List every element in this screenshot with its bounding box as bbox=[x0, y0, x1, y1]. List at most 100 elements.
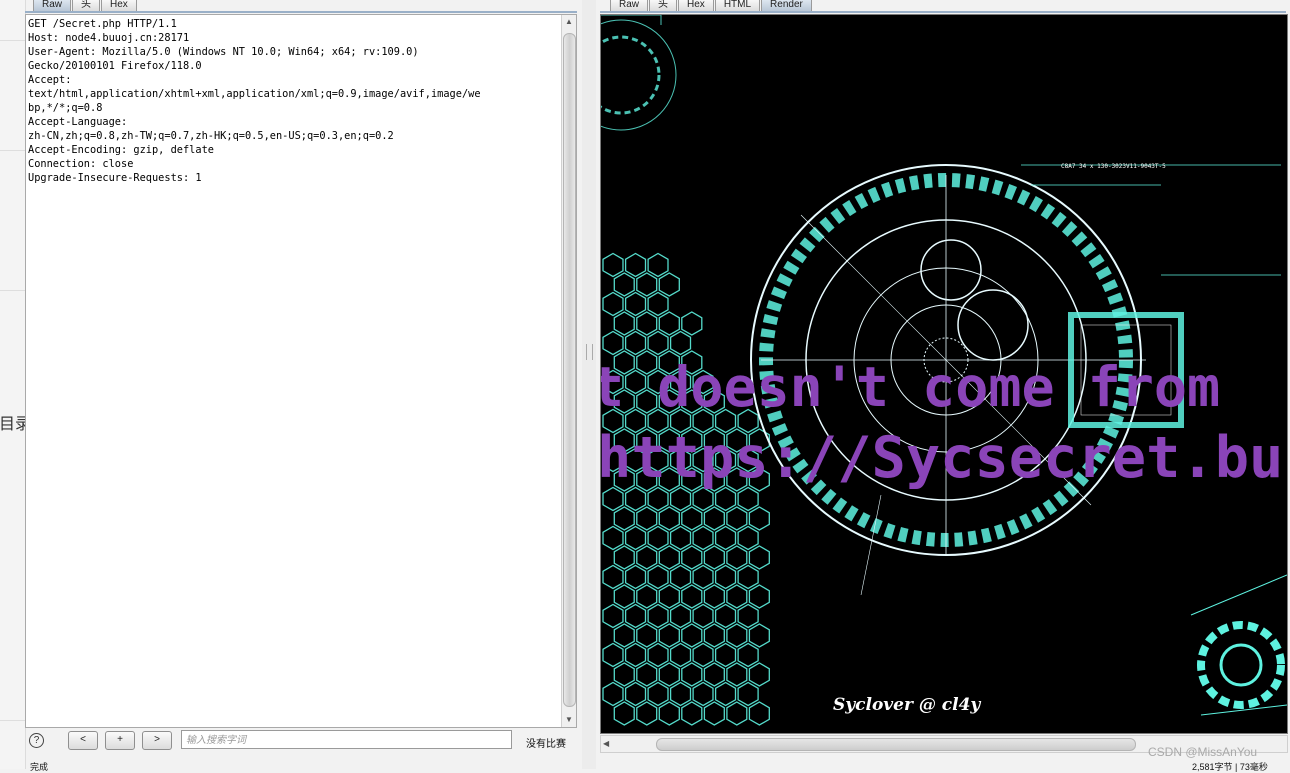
hexagon-cell bbox=[669, 642, 692, 668]
scroll-down-icon[interactable]: ▼ bbox=[562, 713, 576, 727]
hexagon-cell bbox=[647, 681, 669, 707]
hexagon-cell bbox=[602, 330, 624, 356]
hexagon-cell bbox=[636, 506, 658, 531]
request-tab-underline bbox=[25, 11, 577, 13]
hexagon-cell bbox=[726, 701, 748, 726]
add-match-button[interactable]: + bbox=[105, 731, 135, 750]
request-line[interactable]: Accept: bbox=[28, 73, 558, 87]
hexagon-cell bbox=[714, 603, 737, 629]
hexagon-cell bbox=[669, 603, 692, 629]
hexagon-cell bbox=[647, 603, 669, 629]
hexagon-cell bbox=[602, 252, 624, 278]
hexagon-cell bbox=[624, 291, 647, 317]
request-text[interactable]: GET /Secret.php HTTP/1.1 Host: node4.buuo… bbox=[28, 17, 558, 185]
hexagon-cell bbox=[748, 623, 770, 648]
hexagon-cell bbox=[636, 272, 658, 297]
request-line[interactable]: Gecko/20100101 Firefox/118.0 bbox=[28, 59, 558, 73]
hexagon-cell bbox=[748, 701, 770, 726]
hexagon-cell bbox=[748, 506, 770, 531]
hexagon-cell bbox=[613, 662, 635, 687]
scroll-left-icon[interactable]: ◀ bbox=[603, 736, 609, 752]
hexagon-cell bbox=[692, 525, 714, 551]
hexagon-cell bbox=[624, 525, 647, 551]
hexagon-cell bbox=[703, 506, 725, 531]
hexagon-cell bbox=[658, 662, 680, 687]
hexagon-cell bbox=[613, 506, 635, 531]
hscroll-thumb[interactable] bbox=[656, 738, 1136, 751]
request-line[interactable]: GET /Secret.php HTTP/1.1 bbox=[28, 17, 558, 31]
hexagon-cell bbox=[703, 701, 725, 726]
hexagon-cell bbox=[737, 642, 759, 668]
hexagon-cell bbox=[748, 545, 770, 570]
hexagon-cell bbox=[692, 564, 714, 590]
hexagon-cell bbox=[703, 545, 725, 570]
hexagon-cell bbox=[669, 681, 692, 707]
hexagon-cell bbox=[714, 525, 737, 551]
hexagon-cell bbox=[681, 623, 703, 648]
search-input[interactable]: 输入搜索字词 bbox=[181, 730, 512, 749]
request-line[interactable]: text/html,application/xhtml+xml,applicat… bbox=[28, 87, 558, 101]
hexagon-cell bbox=[647, 291, 669, 317]
render-view[interactable]: C8A7 34 x 130-3023V11-9043T-5 t doesn't … bbox=[600, 14, 1288, 734]
hexagon-cell bbox=[602, 681, 624, 707]
hexagon-cell bbox=[737, 681, 759, 707]
hexagon-cell bbox=[624, 330, 647, 356]
hexagon-cell bbox=[613, 545, 635, 570]
hexagon-cell bbox=[624, 603, 647, 629]
request-line[interactable]: Accept-Language: bbox=[28, 115, 558, 129]
hexagon-cell bbox=[658, 623, 680, 648]
next-match-button[interactable]: > bbox=[142, 731, 172, 750]
hexagon-cell bbox=[658, 584, 680, 609]
hexagon-cell bbox=[624, 252, 647, 278]
request-line[interactable]: User-Agent: Mozilla/5.0 (Windows NT 10.0… bbox=[28, 45, 558, 59]
request-line[interactable]: zh-CN,zh;q=0.8,zh-TW;q=0.7,zh-HK;q=0.5,e… bbox=[28, 129, 558, 143]
corner-gauge bbox=[601, 15, 677, 131]
request-scrollbar[interactable]: ▲ ▼ bbox=[561, 15, 576, 727]
prev-match-button[interactable]: < bbox=[68, 731, 98, 750]
request-line[interactable]: Connection: close bbox=[28, 157, 558, 171]
request-editor[interactable]: GET /Secret.php HTTP/1.1 Host: node4.buuo… bbox=[25, 14, 577, 728]
hexagon-cell bbox=[669, 525, 692, 551]
sidebar-divider bbox=[0, 150, 25, 151]
hexagon-cell bbox=[624, 681, 647, 707]
hexagon-cell bbox=[692, 603, 714, 629]
hexagon-cell bbox=[726, 506, 748, 531]
hud-text: C8A7 34 x 130-3023V11-9043T-5 bbox=[1061, 163, 1166, 170]
response-tab-underline bbox=[600, 11, 1286, 13]
scroll-up-icon[interactable]: ▲ bbox=[562, 15, 576, 29]
hexagon-cell bbox=[726, 584, 748, 609]
sidebar-divider bbox=[0, 40, 25, 41]
response-status: 2,581字节 | 73毫秒 bbox=[1192, 762, 1268, 772]
hexagon-cell bbox=[681, 584, 703, 609]
help-icon[interactable]: ? bbox=[29, 733, 44, 748]
left-sidebar: 目录 bbox=[0, 0, 31, 769]
request-line[interactable]: Upgrade-Insecure-Requests: 1 bbox=[28, 171, 558, 185]
sidebar-divider bbox=[0, 290, 25, 291]
request-line[interactable]: Accept-Encoding: gzip, deflate bbox=[28, 143, 558, 157]
hexagon-cell bbox=[703, 584, 725, 609]
sidebar-divider bbox=[0, 720, 25, 721]
render-headline-1: t doesn't come from bbox=[600, 355, 1221, 419]
scroll-thumb[interactable] bbox=[563, 33, 576, 707]
hexagon-cell bbox=[669, 564, 692, 590]
hexagon-cell bbox=[658, 272, 680, 297]
match-status: 没有比赛 bbox=[526, 739, 566, 750]
splitter-grip-icon[interactable] bbox=[586, 344, 593, 360]
hexagon-cell bbox=[602, 525, 624, 551]
hexagon-cell bbox=[602, 603, 624, 629]
pane-splitter[interactable] bbox=[582, 0, 596, 769]
hexagon-cell bbox=[714, 564, 737, 590]
hexagon-cell bbox=[726, 662, 748, 687]
hexagon-cell bbox=[636, 584, 658, 609]
hexagon-cell bbox=[636, 701, 658, 726]
hexagon-cell bbox=[669, 330, 692, 356]
render-signature: Syclover @ cl4y bbox=[833, 695, 981, 715]
request-line[interactable]: Host: node4.buuoj.cn:28171 bbox=[28, 31, 558, 45]
hexagon-cell bbox=[692, 681, 714, 707]
request-line[interactable]: bp,*/*;q=0.8 bbox=[28, 101, 558, 115]
render-headline-2: https://Sycsecret.buuo bbox=[600, 425, 1288, 491]
hexagon-cell bbox=[658, 701, 680, 726]
hexagon-cell bbox=[737, 525, 759, 551]
hexagon-cell bbox=[748, 584, 770, 609]
hexagon-cell bbox=[602, 642, 624, 668]
